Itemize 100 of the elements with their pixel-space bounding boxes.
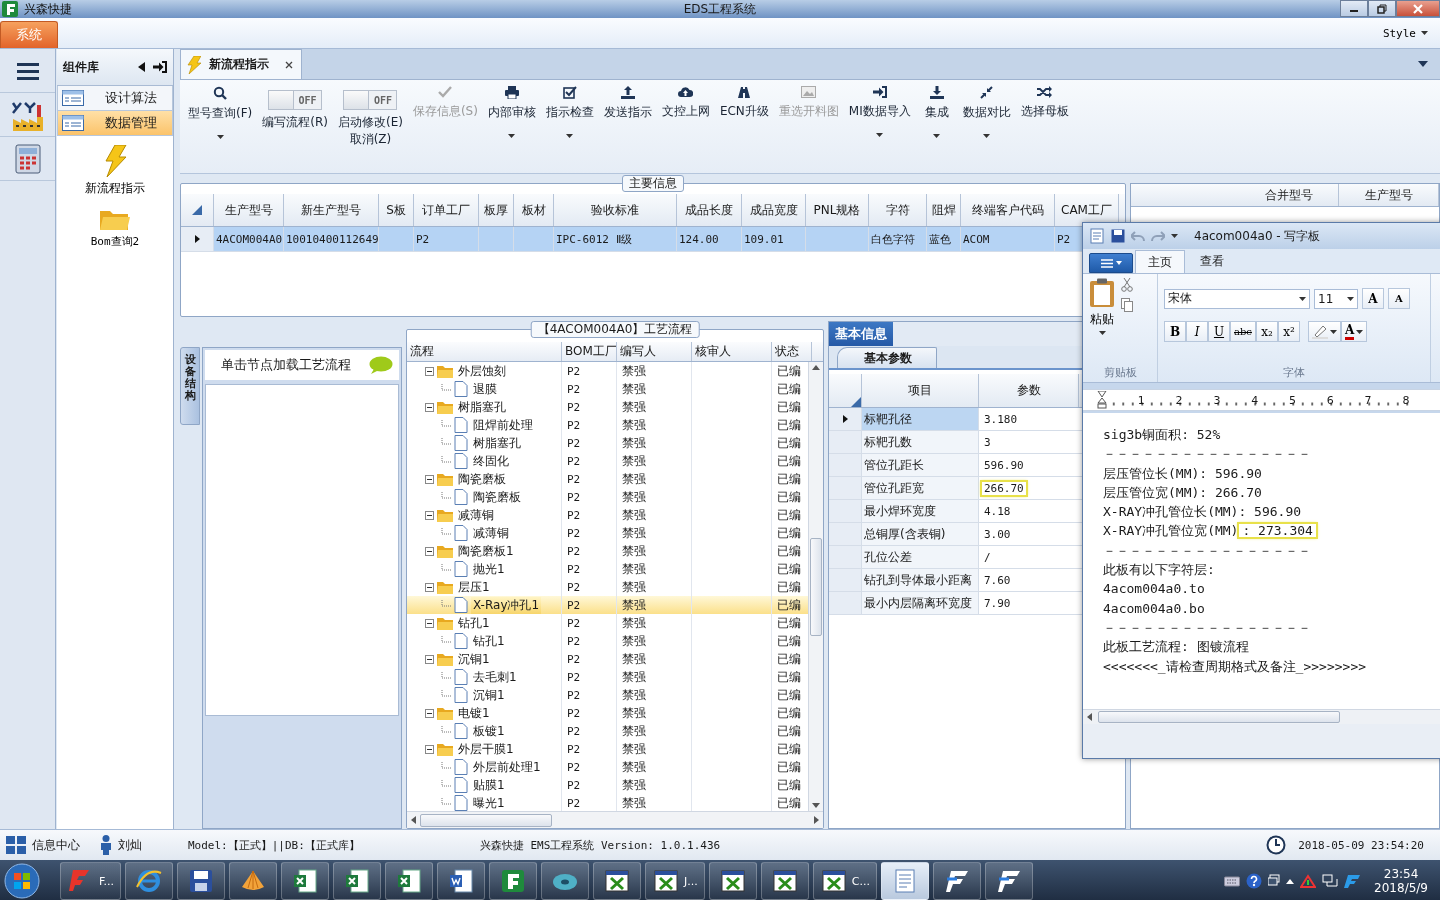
column-header[interactable]: 成品长度 (677, 194, 742, 226)
toolbar-button[interactable]: 选择母板 (1016, 86, 1073, 120)
folder-icon (437, 616, 453, 630)
scrollbar[interactable] (808, 362, 823, 811)
column-header[interactable]: 参数 (979, 374, 1079, 407)
scroll-thumb[interactable] (1098, 711, 1340, 723)
ribbon-tab[interactable]: 查看 (1187, 249, 1237, 273)
paste-button[interactable]: 粘贴 (1089, 278, 1115, 365)
taskbar-button[interactable] (125, 862, 174, 900)
font-color-button[interactable]: A (1340, 321, 1368, 342)
taskbar-button[interactable] (760, 862, 809, 900)
font-size-select[interactable]: 11 (1314, 288, 1358, 309)
scrollbar[interactable] (407, 811, 823, 828)
document-line: 此板有以下字符层: (1103, 561, 1216, 580)
document-tab[interactable]: 新流程指示 (180, 49, 302, 79)
grow-font-button[interactable]: A (1362, 288, 1384, 309)
taskbar-button[interactable] (984, 862, 1033, 900)
taskbar-button[interactable] (437, 862, 486, 900)
windows-icon (1268, 874, 1281, 888)
column-header[interactable]: 生产型号 (1339, 184, 1439, 206)
toolbar-button[interactable]: 集成 (916, 86, 957, 138)
toolbar-button[interactable]: 指示检查 (541, 86, 598, 138)
lightning-icon (103, 145, 127, 177)
scroll-thumb[interactable] (420, 813, 552, 827)
side-tab[interactable]: 设备结构 (180, 347, 200, 425)
column-header[interactable]: S板 (379, 194, 414, 226)
format-button[interactable]: x² (1277, 321, 1300, 342)
toggle-switch[interactable]: OFF (268, 90, 323, 110)
taskbar-button[interactable] (281, 862, 330, 900)
format-button[interactable]: U (1208, 321, 1230, 342)
column-header[interactable]: 流程 (407, 342, 562, 361)
taskbar-button[interactable] (489, 862, 538, 900)
column-header[interactable]: 板厚 (479, 194, 514, 226)
tree-item-label: 终固化 (472, 452, 510, 470)
column-header[interactable]: 订单工厂 (414, 194, 479, 226)
taskbar-button[interactable] (932, 862, 981, 900)
column-header[interactable]: 生产型号 (214, 194, 284, 226)
scrollbar[interactable] (1083, 709, 1440, 724)
font-family-select[interactable]: 宋体 (1164, 288, 1310, 309)
toolbar-button[interactable]: 数据对比 (958, 86, 1015, 138)
column-header[interactable]: 新生产型号 (284, 194, 379, 226)
column-header[interactable]: 阻焊 (927, 194, 961, 226)
column-header[interactable]: 成品宽度 (742, 194, 806, 226)
save-button[interactable] (1111, 229, 1125, 243)
taskbar-button[interactable]: F... (60, 862, 122, 900)
column-header[interactable]: 验收标准 (554, 194, 677, 226)
taskbar-button[interactable] (385, 862, 434, 900)
column-header[interactable]: 编写人 (617, 342, 692, 361)
taskbar-button[interactable] (541, 862, 590, 900)
tree-item-label: 减薄铜 (457, 506, 495, 524)
signal-icon (1300, 874, 1317, 888)
column-header[interactable]: 核审人 (692, 342, 772, 361)
minimize-button[interactable] (1340, 0, 1368, 17)
column-header[interactable]: 字符 (869, 194, 927, 226)
taskbar-button[interactable] (177, 862, 226, 900)
shrink-font-button[interactable]: A (1388, 288, 1410, 309)
taskbar-button[interactable]: C... (812, 862, 877, 900)
style-menu[interactable]: Style (1376, 25, 1434, 41)
app-menu-button[interactable] (1089, 253, 1133, 273)
taskbar-button[interactable] (708, 862, 757, 900)
taskbar-button[interactable] (593, 862, 642, 900)
taskbar-button[interactable] (880, 862, 929, 900)
sidebar-item[interactable]: 数据管理 (57, 111, 173, 136)
format-button[interactable]: I (1186, 321, 1208, 342)
tool-item[interactable]: Bom查询2 (57, 206, 173, 250)
column-header[interactable]: PNL规格 (806, 194, 869, 226)
toggle-switch[interactable]: OFF (343, 90, 398, 110)
row-header[interactable] (181, 227, 214, 251)
column-header[interactable]: 板材 (514, 194, 554, 226)
taskbar-button[interactable]: J... (645, 862, 705, 900)
start-button[interactable] (4, 862, 42, 900)
ribbon-tab[interactable]: 主页 (1135, 250, 1185, 273)
column-header[interactable]: 合并型号 (1239, 184, 1339, 206)
column-header[interactable]: 终端客户代码 (961, 194, 1055, 226)
panel-tab[interactable]: 基本参数 (837, 347, 937, 368)
highlight-button[interactable] (1307, 321, 1341, 342)
info-center-label[interactable]: 信息中心 (32, 836, 80, 854)
taskbar-button[interactable] (333, 862, 382, 900)
caret-icon (508, 134, 516, 138)
sidebar-item[interactable]: 设计算法 (57, 86, 173, 111)
restore-button[interactable] (1368, 0, 1396, 17)
taskbar-button[interactable] (229, 862, 278, 900)
tool-item[interactable]: 新流程指示 (57, 144, 173, 198)
column-header[interactable]: 项目 (862, 374, 979, 407)
format-button[interactable]: x₂ (1255, 321, 1278, 342)
toolbar-button[interactable]: ECN升级 (715, 86, 773, 120)
undo-icon (1131, 230, 1145, 242)
column-header[interactable]: BOM工厂 (562, 342, 617, 361)
toolbar-button[interactable]: 发送指示 (599, 86, 656, 121)
row-header[interactable] (829, 408, 862, 430)
format-button[interactable]: B (1164, 321, 1186, 342)
close-button[interactable] (1396, 0, 1440, 17)
toolbar-button[interactable]: 文控上网 (657, 86, 714, 120)
scroll-thumb[interactable] (810, 537, 822, 636)
column-header[interactable]: 状态 (772, 342, 812, 361)
format-button[interactable]: abc (1230, 321, 1256, 342)
toolbar-button[interactable]: 内部审核 (483, 86, 540, 138)
tree-row[interactable]: X-Ray冲孔1 P2 禁强 已编 (407, 596, 808, 614)
toolbar-button[interactable]: MI数据导入 (844, 86, 915, 137)
toolbar-button[interactable]: 型号查询(F) (184, 86, 257, 139)
